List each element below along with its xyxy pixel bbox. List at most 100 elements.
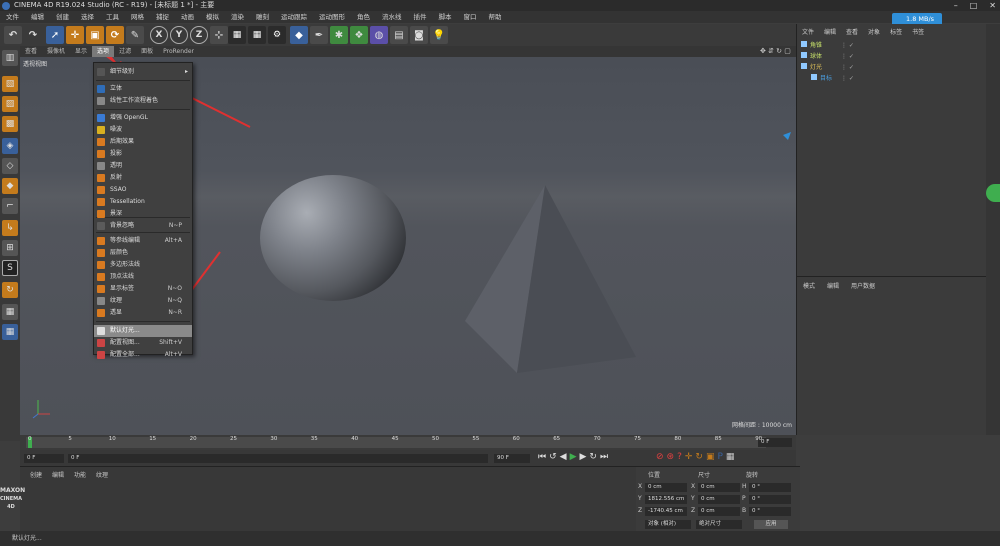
texture-mode-icon[interactable]: ▨: [2, 96, 18, 112]
options-menu-item[interactable]: 噪波: [94, 124, 192, 136]
material-menu-1[interactable]: 编辑: [52, 470, 64, 479]
options-menu-item[interactable]: 立体: [94, 83, 192, 95]
render-picture-viewer-icon[interactable]: ▦: [248, 26, 266, 44]
object-row[interactable]: 灯光 ⋮ ✓: [801, 63, 981, 73]
next-frame-icon[interactable]: ▶: [580, 452, 587, 462]
menu-4[interactable]: 工具: [100, 11, 125, 23]
menu-12[interactable]: 运动图形: [313, 11, 351, 23]
options-menu-item[interactable]: 配置视图... Shift+V: [94, 337, 192, 349]
visibility-icon[interactable]: ⋮ ✓: [841, 74, 854, 84]
z-axis-lock-button[interactable]: Z: [190, 26, 208, 44]
menu-17[interactable]: 窗口: [458, 11, 483, 23]
prev-key-icon[interactable]: ↺: [549, 452, 557, 462]
object-menu-3[interactable]: 对象: [863, 27, 885, 36]
minimize-icon[interactable]: –: [954, 0, 958, 11]
options-menu-item[interactable]: 线性工作流程着色: [94, 95, 192, 107]
object-menu-5[interactable]: 书签: [907, 27, 929, 36]
record-keys-icon[interactable]: ⊘: [656, 452, 664, 462]
side-widget-icon[interactable]: [986, 184, 1000, 202]
rotation-field[interactable]: 0 °: [749, 483, 791, 492]
menu-10[interactable]: 雕刻: [250, 11, 275, 23]
planar-workplane-icon[interactable]: ▦: [2, 304, 18, 320]
options-menu-item[interactable]: 增强 OpenGL: [94, 112, 192, 124]
options-menu-item[interactable]: 细节级别 ▸: [94, 66, 192, 78]
model-mode-icon[interactable]: ▧: [2, 76, 18, 92]
menu-6[interactable]: 捕捉: [150, 11, 175, 23]
key-param-icon[interactable]: P: [717, 452, 722, 462]
options-menu-item[interactable]: 层颜色: [94, 247, 192, 259]
deformer-icon[interactable]: ◍: [370, 26, 388, 44]
array-icon[interactable]: ❖: [350, 26, 368, 44]
visibility-icon[interactable]: ⋮ ✓: [841, 63, 854, 73]
tweak-mode-icon[interactable]: ↳: [2, 220, 18, 236]
snap-icon[interactable]: ⊞: [2, 240, 18, 256]
rotation-field[interactable]: 0 °: [749, 507, 791, 516]
position-field[interactable]: 1812.556 cm: [645, 495, 687, 504]
timeline-ruler[interactable]: 0 F 0 5 10 15 20 25 30 35 40 45 50 55 60 65 70 75 80 85 90: [20, 435, 796, 450]
scale-tool-icon[interactable]: ▣: [86, 26, 104, 44]
make-editable-icon[interactable]: ▥: [2, 50, 18, 66]
coordinate-system-icon[interactable]: ⊹: [210, 26, 228, 44]
cube-object-icon[interactable]: ◆: [290, 26, 308, 44]
attribute-menu-1[interactable]: 编辑: [821, 281, 845, 290]
viewport-menu-2[interactable]: 显示: [70, 46, 92, 57]
apply-button[interactable]: 应用: [754, 520, 788, 529]
menu-13[interactable]: 角色: [351, 11, 376, 23]
options-menu-item[interactable]: 顶点法线: [94, 271, 192, 283]
options-menu-item[interactable]: 纹理 N~Q: [94, 295, 192, 307]
key-pla-icon[interactable]: ▦: [726, 452, 735, 462]
go-start-icon[interactable]: ⏮: [538, 452, 546, 462]
viewport-nav-icons[interactable]: ✥ ⇵ ↻ ▢: [760, 47, 791, 55]
y-axis-lock-button[interactable]: Y: [170, 26, 188, 44]
start-frame-field[interactable]: 0 F: [24, 454, 64, 463]
menu-18[interactable]: 帮助: [483, 11, 508, 23]
options-menu-item[interactable]: 等参线编辑 Alt+A: [94, 235, 192, 247]
object-row[interactable]: 目标 ⋮ ✓: [801, 74, 981, 84]
key-rotation-icon[interactable]: ↻: [695, 452, 703, 462]
material-menu-3[interactable]: 纹理: [96, 470, 108, 479]
menu-16[interactable]: 脚本: [433, 11, 458, 23]
options-menu-item[interactable]: Tessellation: [94, 196, 192, 208]
select-tool-icon[interactable]: ➚: [46, 26, 64, 44]
viewport-menu-6[interactable]: ProRender: [158, 46, 199, 57]
key-scale-icon[interactable]: ▣: [706, 452, 715, 462]
options-menu-item[interactable]: 景深: [94, 208, 192, 220]
menu-8[interactable]: 模拟: [200, 11, 225, 23]
position-field[interactable]: 0 cm: [645, 483, 687, 492]
options-menu-item[interactable]: 多边形法线: [94, 259, 192, 271]
size-field[interactable]: 0 cm: [698, 483, 740, 492]
next-key-icon[interactable]: ↻: [589, 452, 597, 462]
render-settings-icon[interactable]: ⚙: [268, 26, 286, 44]
points-mode-icon[interactable]: ◈: [2, 138, 18, 154]
menu-2[interactable]: 创建: [50, 11, 75, 23]
options-menu-item[interactable]: 反射: [94, 172, 192, 184]
camera-icon[interactable]: ◙: [410, 26, 428, 44]
attribute-menu-0[interactable]: 模式: [797, 281, 821, 290]
position-field[interactable]: -1740.45 cm: [645, 507, 687, 516]
close-icon[interactable]: ✕: [989, 0, 996, 11]
options-menu-item[interactable]: SSAO: [94, 184, 192, 196]
axis-mode-icon[interactable]: ⌐: [2, 198, 18, 214]
undo-icon[interactable]: ↶: [4, 26, 22, 44]
move-tool-icon[interactable]: ✛: [66, 26, 84, 44]
menu-3[interactable]: 选择: [75, 11, 100, 23]
play-icon[interactable]: ▶: [570, 452, 577, 462]
maximize-icon[interactable]: □: [970, 0, 978, 11]
size-field[interactable]: 0 cm: [698, 507, 740, 516]
viewport-menu-5[interactable]: 面板: [136, 46, 158, 57]
menu-11[interactable]: 运动跟踪: [275, 11, 313, 23]
options-menu-item[interactable]: 默认灯光...: [94, 325, 192, 337]
size-field[interactable]: 0 cm: [698, 495, 740, 504]
viewport-menu-3[interactable]: 选项: [92, 46, 115, 57]
x-axis-lock-button[interactable]: X: [150, 26, 168, 44]
timeline-end-frame[interactable]: 0 F: [758, 438, 792, 447]
menu-9[interactable]: 渲染: [225, 11, 250, 23]
recent-tool-icon[interactable]: ✎: [126, 26, 144, 44]
frame-range-slider[interactable]: 0 F: [68, 454, 488, 463]
object-row[interactable]: 角锥 ⋮ ✓: [801, 41, 981, 51]
options-menu-item[interactable]: 配置全部... Alt+V: [94, 349, 192, 361]
menu-0[interactable]: 文件: [0, 11, 25, 23]
viewport-menu-1[interactable]: 摄像机: [42, 46, 70, 57]
options-menu-item[interactable]: 背景忽略 N~P: [94, 220, 192, 232]
rotation-field[interactable]: 0 °: [749, 495, 791, 504]
